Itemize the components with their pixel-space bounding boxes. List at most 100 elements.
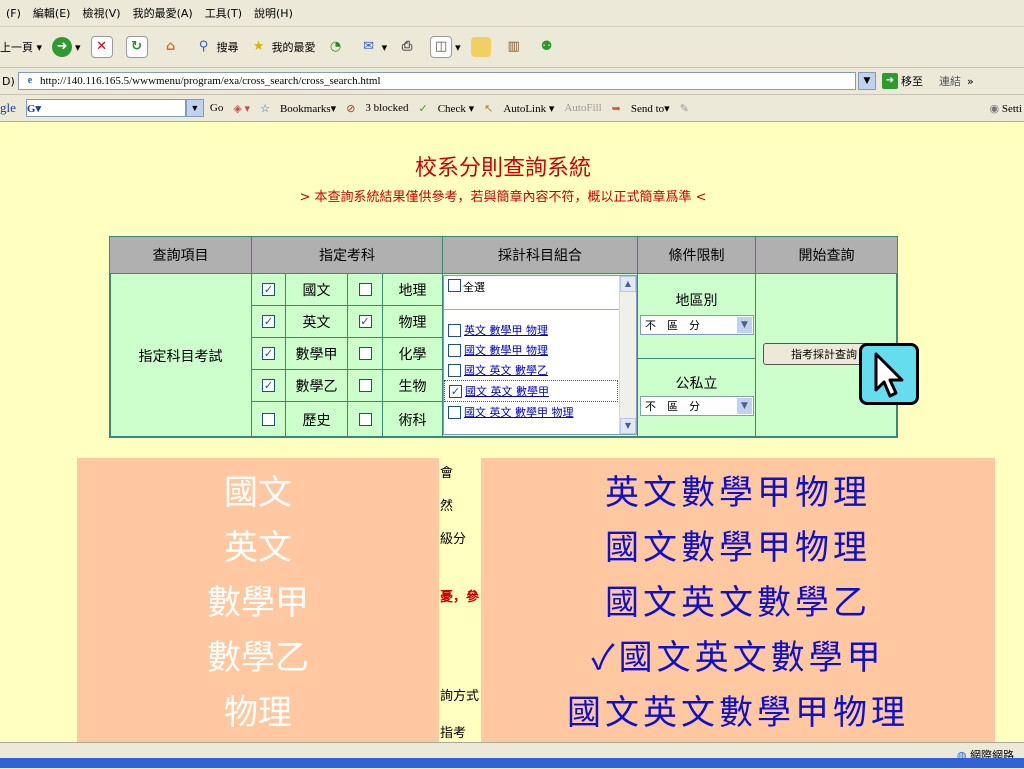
- combo-checkbox[interactable]: [448, 323, 461, 337]
- combo-item[interactable]: ✓ 國文 英文 數學甲: [444, 380, 618, 402]
- checkbox-geography[interactable]: [358, 283, 372, 296]
- select-all-label: 全選: [463, 281, 485, 294]
- chevron-down-icon: ▼: [737, 398, 752, 414]
- combo-checkbox[interactable]: ✓: [449, 384, 462, 398]
- messenger-button[interactable]: ⚉: [537, 37, 560, 57]
- go-button[interactable]: ➜ 移至: [882, 73, 923, 89]
- combination-annotation: 國文英文數學乙: [605, 583, 871, 623]
- combo-checkbox[interactable]: [448, 363, 461, 377]
- combo-item[interactable]: 國文 數學甲 物理: [444, 340, 636, 360]
- checkbox-chemistry[interactable]: [358, 347, 372, 360]
- combo-link[interactable]: 國文 英文 數學乙: [464, 362, 548, 378]
- behind-text: 指考: [440, 722, 480, 741]
- combo-checkbox[interactable]: [448, 405, 461, 419]
- autolink-icon: ↖: [484, 102, 494, 115]
- subject-chinese: 國文: [285, 273, 348, 306]
- combination-annotation: 國文英文數學甲物理: [567, 693, 909, 733]
- search-submit-label: 指考採計查詢: [791, 348, 857, 361]
- ownership-select[interactable]: 不 區 分 ▼: [640, 396, 754, 416]
- combo-scrollbar[interactable]: ▲ ▼: [619, 276, 636, 434]
- bookmarks-button[interactable]: Bookmarks▾: [280, 102, 336, 115]
- address-bar: D) e http://140.116.165.5/wwwmenu/progra…: [0, 68, 1024, 95]
- combination-listbox[interactable]: 全選 英文 數學甲 物理 國文 數學甲 物理 國文 英文 數學乙 ✓ 國文 英文…: [443, 275, 637, 435]
- history-icon: ◔: [329, 39, 342, 54]
- google-search-input[interactable]: G▾: [25, 99, 186, 117]
- checkbox-math-a[interactable]: ✓: [262, 347, 275, 360]
- stop-button[interactable]: ✕: [90, 36, 116, 58]
- home-button[interactable]: ⌂: [161, 37, 184, 57]
- checkbox-physics-cell: ✓: [347, 305, 383, 338]
- subject-arts: 術科: [382, 401, 443, 438]
- combo-link[interactable]: 國文 數學甲 物理: [464, 342, 548, 358]
- region-value: 不 區 分: [645, 319, 700, 332]
- google-g-icon: G▾: [26, 102, 41, 115]
- autolink-button[interactable]: AutoLink ▾: [503, 102, 554, 115]
- scroll-up-icon[interactable]: ▲: [620, 276, 636, 292]
- research-button[interactable]: ▥: [504, 37, 527, 57]
- toolbar: 上一頁 ▾ ➜ ▾ ✕ ↻ ⌂ ⚲ 搜尋 ★ 我的最愛 ◔ ✉ ▾ ⎙ ◫ ▾ ▥ ⚉: [0, 27, 1024, 68]
- checkbox-biology[interactable]: [358, 379, 372, 392]
- search-button[interactable]: ⚲ 搜尋: [194, 37, 239, 57]
- subject-english: 英文: [285, 305, 348, 338]
- behind-text: 憂，參: [440, 586, 480, 605]
- behind-text: 詢方式: [440, 685, 480, 704]
- checkbox-arts[interactable]: [358, 413, 372, 426]
- combo-link[interactable]: 英文 數學甲 物理: [464, 322, 548, 338]
- combo-link[interactable]: 國文 英文 數學甲 物理: [464, 404, 574, 420]
- forward-button[interactable]: ➜ ▾: [52, 37, 81, 57]
- row-label: 指定科目考試: [109, 273, 252, 438]
- mail-button[interactable]: ✉ ▾: [359, 37, 387, 57]
- combo-item[interactable]: 國文 英文 數學乙: [444, 360, 636, 380]
- search-icon: ⚲: [198, 39, 209, 54]
- links-chevron-icon[interactable]: »: [967, 75, 974, 88]
- combo-checkbox[interactable]: [448, 343, 461, 357]
- combo-item[interactable]: 英文 數學甲 物理: [444, 320, 636, 340]
- combination-annotation: ✓國文英文數學甲: [591, 638, 885, 678]
- checkbox-physics[interactable]: ✓: [358, 315, 372, 328]
- links-label[interactable]: 連結: [939, 73, 961, 89]
- menu-tools[interactable]: 工具(T): [205, 5, 242, 21]
- back-label: 上一頁: [0, 41, 33, 54]
- back-button[interactable]: 上一頁 ▾: [0, 39, 42, 55]
- checkbox-chinese[interactable]: ✓: [262, 283, 275, 296]
- google-dropdown[interactable]: ▼: [185, 99, 204, 117]
- menu-help[interactable]: 說明(H): [254, 5, 293, 21]
- sendto-icon: ➥: [611, 102, 621, 115]
- highlight-icon[interactable]: ✎: [680, 102, 689, 115]
- folder-button[interactable]: [470, 37, 494, 57]
- favorites-button[interactable]: ★ 我的最愛: [249, 37, 316, 57]
- combo-link[interactable]: 國文 英文 數學甲: [465, 383, 549, 399]
- checkbox-english[interactable]: ✓: [262, 315, 275, 328]
- blocked-button[interactable]: 3 blocked: [365, 102, 408, 114]
- header-query-item: 查詢項目: [109, 236, 252, 274]
- forward-icon: ➜: [52, 37, 73, 57]
- go-arrow-icon: ➜: [882, 73, 898, 89]
- check-button[interactable]: Check ▾: [438, 102, 474, 115]
- mouse-pointer-icon: [874, 352, 904, 398]
- select-all-checkbox[interactable]: [448, 279, 461, 292]
- history-button[interactable]: ◔: [326, 37, 349, 57]
- url-dropdown[interactable]: ▼: [858, 72, 876, 90]
- menu-view[interactable]: 檢視(V): [82, 5, 120, 21]
- sendto-button[interactable]: Send to▾: [631, 102, 670, 115]
- scroll-down-icon[interactable]: ▼: [620, 418, 636, 434]
- select-all-row[interactable]: 全選: [444, 276, 636, 310]
- autofill-button[interactable]: AutoFill: [564, 102, 601, 114]
- page-icon: e: [27, 75, 33, 86]
- combo-item[interactable]: 國文 英文 數學甲 物理: [444, 402, 636, 422]
- refresh-button[interactable]: ↻: [125, 36, 151, 58]
- settings-icon: ◉: [989, 102, 1000, 115]
- print-button[interactable]: ⎙: [397, 37, 420, 57]
- settings-button[interactable]: ◉ Setti: [989, 102, 1022, 115]
- checkbox-math-b[interactable]: ✓: [262, 379, 275, 392]
- google-go-button[interactable]: Go: [210, 102, 223, 114]
- messenger-icon: ⚉: [540, 39, 553, 54]
- menu-file[interactable]: (F): [6, 7, 21, 20]
- menu-edit[interactable]: 編輯(E): [33, 5, 71, 21]
- pagerank-icon[interactable]: ◈ ▾: [233, 102, 250, 115]
- edit-button[interactable]: ◫ ▾: [430, 36, 461, 58]
- region-select[interactable]: 不 區 分 ▼: [640, 315, 754, 335]
- checkbox-history[interactable]: [262, 413, 275, 426]
- url-field[interactable]: e http://140.116.165.5/wwwmenu/program/e…: [18, 72, 856, 90]
- menu-favorites[interactable]: 我的最愛(A): [133, 5, 193, 21]
